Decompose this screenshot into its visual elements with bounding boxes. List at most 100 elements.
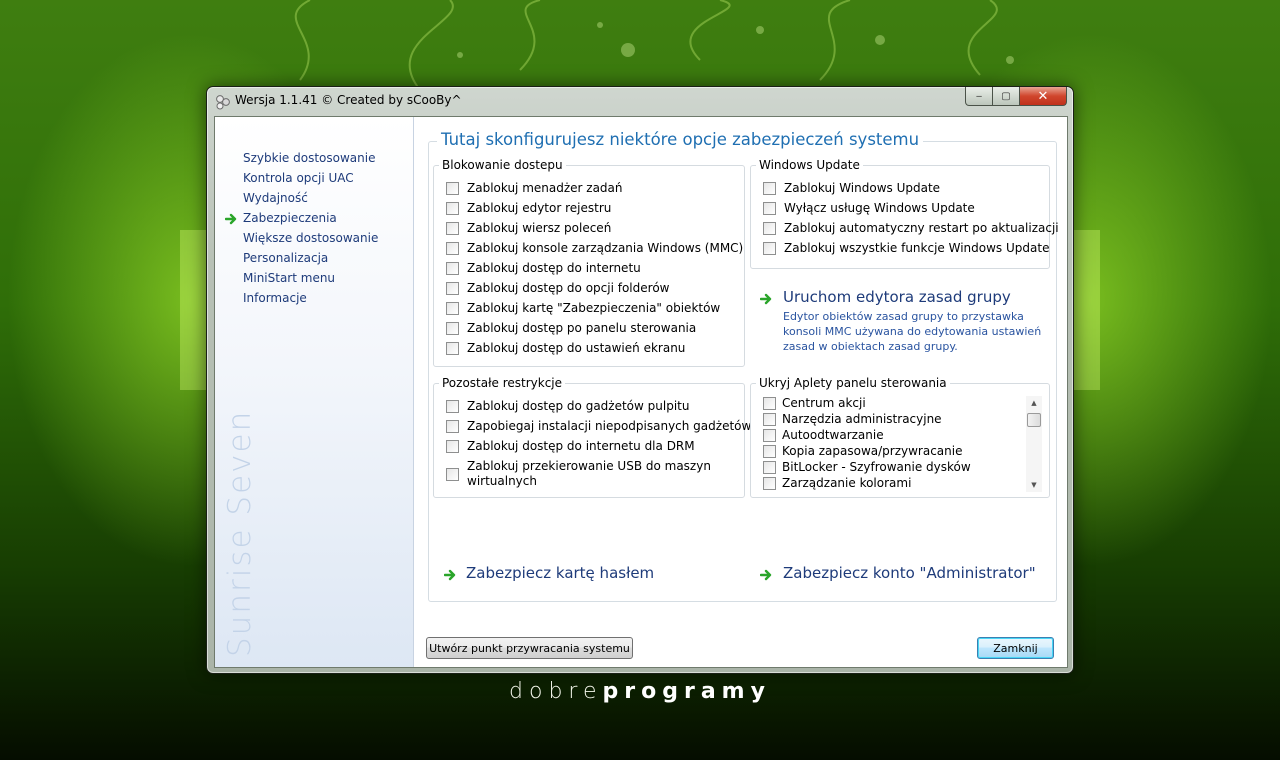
checkbox[interactable] <box>446 419 459 433</box>
group-windows-update-title: Windows Update <box>756 158 863 172</box>
list-item[interactable]: Autoodtwarzanie <box>763 428 884 442</box>
checkbox-label: Zablokuj edytor rejestru <box>467 201 612 215</box>
footer-logo-part2: programy <box>602 679 771 704</box>
checkbox-label: Zablokuj dostęp do ustawień ekranu <box>467 341 686 355</box>
checkbox-row[interactable]: Zablokuj wszystkie funkcje Windows Updat… <box>763 241 1049 255</box>
checkbox-row[interactable]: Zablokuj Windows Update <box>763 181 940 195</box>
checkbox-row[interactable]: Zablokuj edytor rejestru <box>446 201 611 215</box>
password-protect-link[interactable]: Zabezpiecz kartę hasłem <box>466 564 654 582</box>
checkbox[interactable] <box>763 428 776 442</box>
app-icon <box>216 95 230 110</box>
aplety-scrollbar[interactable]: ▲ ▼ <box>1026 396 1042 492</box>
checkbox-label: Zablokuj dostęp do internetu <box>467 261 641 275</box>
checkbox[interactable] <box>763 396 776 410</box>
gpedit-description: Edytor obiektów zasad grupy to przystawk… <box>783 310 1042 353</box>
checkbox-label: Zapobiegaj instalacji niepodpisanych gad… <box>467 419 752 433</box>
checkbox-label: Zablokuj wiersz poleceń <box>467 221 612 235</box>
checkbox[interactable] <box>446 181 459 195</box>
checkbox-label: Zablokuj dostęp do internetu dla DRM <box>467 439 695 453</box>
checkbox[interactable] <box>763 412 776 426</box>
list-item-label: Narzędzia administracyjne <box>782 412 942 426</box>
scroll-down-icon[interactable]: ▼ <box>1026 478 1042 492</box>
sidebar-item-wydajnosc[interactable]: Wydajność <box>243 191 308 205</box>
sidebar-item-szybkie-dostosowanie[interactable]: Szybkie dostosowanie <box>243 151 375 165</box>
brand-watermark: Sunrise Seven <box>222 409 258 657</box>
checkbox-row[interactable]: Zablokuj dostęp do internetu <box>446 261 641 275</box>
checkbox-row[interactable]: Zablokuj dostęp do gadżetów pulpitu <box>446 399 689 413</box>
list-item-label: Zarządzanie kolorami <box>782 476 912 490</box>
sidebar-item-informacje[interactable]: Informacje <box>243 291 307 305</box>
checkbox[interactable] <box>446 439 459 453</box>
app-window: Wersja 1.1.41 © Created by sCooBy^ ‒ ▢ ✕… <box>206 86 1074 674</box>
gpedit-arrow-icon <box>760 293 772 305</box>
checkbox-row[interactable]: Zapobiegaj instalacji niepodpisanych gad… <box>446 419 751 433</box>
list-item-label: Kopia zapasowa/przywracanie <box>782 444 963 458</box>
sidebar-item-zabezpieczenia[interactable]: Zabezpieczenia <box>243 211 337 225</box>
checkbox-row[interactable]: Zablokuj kartę "Zabezpieczenia" obiektów <box>446 301 720 315</box>
checkbox-label: Zablokuj wszystkie funkcje Windows Updat… <box>784 241 1050 255</box>
sidebar-item-wieksze-dostosowanie[interactable]: Większe dostosowanie <box>243 231 378 245</box>
checkbox-row[interactable]: Zablokuj wiersz poleceń <box>446 221 611 235</box>
footer-logo: dobreprogramy <box>0 679 1280 704</box>
scroll-thumb[interactable] <box>1027 413 1041 427</box>
checkbox-label: Zablokuj dostęp po panelu sterowania <box>467 321 697 335</box>
maximize-button[interactable]: ▢ <box>993 87 1020 106</box>
checkbox[interactable] <box>763 181 776 195</box>
checkbox[interactable] <box>763 201 776 215</box>
checkbox[interactable] <box>446 261 459 275</box>
minimize-icon: ‒ <box>975 90 983 102</box>
checkbox-label: Zablokuj przekierowanie USB do maszyn wi… <box>467 459 711 488</box>
checkbox[interactable] <box>446 201 459 215</box>
checkbox[interactable] <box>446 341 459 355</box>
admin-arrow-icon <box>760 569 772 581</box>
list-item[interactable]: Kopia zapasowa/przywracanie <box>763 444 963 458</box>
aplety-listbox[interactable]: Centrum akcji Narzędzia administracyjne … <box>763 393 1044 495</box>
checkbox-label: Zablokuj konsole zarządzania Windows (MM… <box>467 241 744 255</box>
sidebar-item-personalizacja[interactable]: Personalizacja <box>243 251 328 265</box>
title-bar[interactable]: Wersja 1.1.41 © Created by sCooBy^ ‒ ▢ ✕ <box>207 87 1073 115</box>
sidebar-item-ministart-menu[interactable]: MiniStart menu <box>243 271 335 285</box>
restore-point-button[interactable]: Utwórz punkt przywracania systemu <box>426 637 633 659</box>
page-title: Tutaj skonfigurujesz niektóre opcje zabe… <box>437 130 924 149</box>
group-aplety-title: Ukryj Aplety panelu sterowania <box>756 376 950 390</box>
checkbox-row[interactable]: Zablokuj dostęp po panelu sterowania <box>446 321 696 335</box>
checkbox[interactable] <box>763 241 776 255</box>
sidebar-item-kontrola-uac[interactable]: Kontrola opcji UAC <box>243 171 354 185</box>
checkbox[interactable] <box>446 321 459 335</box>
list-item[interactable]: Narzędzia administracyjne <box>763 412 942 426</box>
checkbox[interactable] <box>446 399 459 413</box>
caption-buttons: ‒ ▢ ✕ <box>965 87 1067 107</box>
checkbox-row[interactable]: Zablokuj dostęp do opcji folderów <box>446 281 669 295</box>
checkbox-label: Wyłącz usługę Windows Update <box>784 201 975 215</box>
checkbox[interactable] <box>446 241 459 255</box>
checkbox[interactable] <box>763 444 776 458</box>
maximize-icon: ▢ <box>1001 90 1011 102</box>
checkbox[interactable] <box>446 221 459 235</box>
checkbox[interactable] <box>763 476 776 490</box>
checkbox-row[interactable]: Zablokuj dostęp do ustawień ekranu <box>446 341 685 355</box>
checkbox-row[interactable]: Zablokuj dostęp do internetu dla DRM <box>446 439 695 453</box>
checkbox-label: Zablokuj kartę "Zabezpieczenia" obiektów <box>467 301 721 315</box>
close-button[interactable]: Zamknij <box>977 637 1054 659</box>
checkbox-row[interactable]: Zablokuj menadżer zadań <box>446 181 623 195</box>
sidebar: Szybkie dostosowanie Kontrola opcji UAC … <box>215 117 414 667</box>
checkbox[interactable] <box>446 281 459 295</box>
list-item[interactable]: Zarządzanie kolorami <box>763 476 911 490</box>
checkbox-row[interactable]: Zablokuj automatyczny restart po aktuali… <box>763 221 1059 235</box>
checkbox[interactable] <box>763 460 776 474</box>
list-item-label: BitLocker - Szyfrowanie dysków <box>782 460 971 474</box>
checkbox[interactable] <box>446 301 459 315</box>
minimize-button[interactable]: ‒ <box>965 87 993 106</box>
checkbox-row[interactable]: Zablokuj konsole zarządzania Windows (MM… <box>446 241 743 255</box>
gpedit-link[interactable]: Uruchom edytora zasad grupy <box>783 288 1011 306</box>
selected-arrow-icon <box>225 213 237 225</box>
list-item[interactable]: BitLocker - Szyfrowanie dysków <box>763 460 971 474</box>
close-window-button[interactable]: ✕ <box>1020 87 1067 106</box>
checkbox[interactable] <box>763 221 776 235</box>
scroll-up-icon[interactable]: ▲ <box>1026 396 1042 410</box>
checkbox[interactable] <box>446 467 459 481</box>
checkbox-row[interactable]: Zablokuj przekierowanie USB do maszyn wi… <box>446 459 729 489</box>
list-item[interactable]: Centrum akcji <box>763 396 866 410</box>
admin-protect-link[interactable]: Zabezpiecz konto "Administrator" <box>783 564 1036 582</box>
checkbox-row[interactable]: Wyłącz usługę Windows Update <box>763 201 975 215</box>
